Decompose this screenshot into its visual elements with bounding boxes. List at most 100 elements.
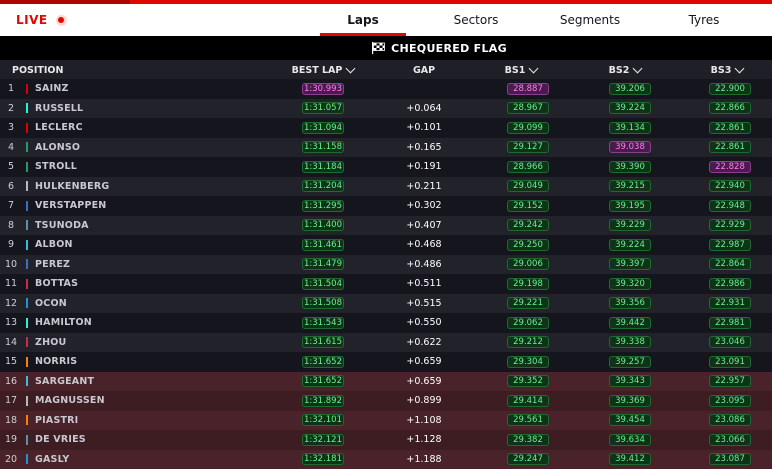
team-color-bar: [26, 200, 28, 211]
driver-position: 20: [4, 453, 18, 465]
table-row[interactable]: 16 SARGEANT 1:31.652 +0.659 29.352 39.343 22.9…: [0, 371, 772, 392]
table-row[interactable]: 20 GASLY 1:32.181 +1.188 29.247 39.412 23.087: [0, 449, 772, 469]
bs2-cell: 39.320: [607, 274, 653, 294]
bs1-cell: 29.352: [505, 372, 551, 392]
bs1-cell: 29.250: [505, 235, 551, 255]
gap-value: +0.486: [406, 258, 442, 270]
table-row[interactable]: 3 LECLERC 1:31.094 +0.101 29.099 39.134 22.861: [0, 118, 772, 138]
table-row[interactable]: 11 BOTTAS 1:31.504 +0.511 29.198 39.320 22.986: [0, 274, 772, 294]
bs3-time: 22.940: [709, 180, 751, 193]
best-lap-cell: 1:31.094: [300, 118, 346, 138]
bs3-cell: 22.948: [707, 196, 753, 216]
column-best-lap-label: BEST LAP: [291, 64, 343, 76]
column-bs2-sort[interactable]: BS2: [600, 60, 650, 80]
bs3-cell: 23.091: [707, 352, 753, 372]
bs3-time: 23.087: [709, 453, 751, 466]
table-row[interactable]: 8 TSUNODA 1:31.400 +0.407 29.242 39.229 22.929: [0, 215, 772, 235]
driver-name: GASLY: [35, 453, 70, 465]
driver-name: TSUNODA: [35, 219, 89, 231]
bs3-cell: 22.987: [707, 235, 753, 255]
table-row[interactable]: 18 PIASTRI 1:32.101 +1.108 29.561 39.454 23.08…: [0, 410, 772, 431]
table-row[interactable]: 1 SAINZ 1:30.993 28.887 39.206 22.900: [0, 79, 772, 99]
best-lap-cell: 1:31.892: [300, 391, 346, 411]
tab-tyres[interactable]: Tyres: [654, 4, 754, 36]
table-row[interactable]: 7 VERSTAPPEN 1:31.295 +0.302 29.152 39.195 22.…: [0, 196, 772, 216]
driver-name: SAINZ: [35, 83, 69, 95]
bs2-cell: 39.195: [607, 196, 653, 216]
driver-position: 9: [7, 239, 15, 251]
bs3-time: 22.861: [709, 121, 751, 134]
table-row[interactable]: 14 ZHOU 1:31.615 +0.622 29.212 39.338 23.046: [0, 332, 772, 353]
table-row[interactable]: 15 NORRIS 1:31.652 +0.659 29.304 39.257 23.091: [0, 352, 772, 372]
driver-position: 14: [4, 336, 18, 348]
bs1-cell: 28.887: [505, 79, 551, 99]
bs2-time: 39.038: [609, 141, 651, 154]
tab-laps[interactable]: Laps: [320, 4, 406, 36]
bs2-cell: 39.397: [607, 255, 653, 275]
gap-value: +0.101: [406, 122, 442, 134]
session-status-bar: CHEQUERED FLAG: [0, 36, 772, 60]
bs3-time: 23.091: [709, 355, 751, 368]
table-row[interactable]: 2 RUSSELL 1:31.057 +0.064 28.967 39.224 22.866: [0, 98, 772, 119]
table-row[interactable]: 5 STROLL 1:31.184 +0.191 28.966 39.390 22.828: [0, 157, 772, 177]
table-row[interactable]: 4 ALONSO 1:31.158 +0.165 29.127 39.038 22.861: [0, 137, 772, 157]
bs3-time: 23.046: [709, 336, 751, 349]
bs2-cell: 39.454: [607, 411, 653, 431]
bs3-cell: 23.066: [707, 430, 753, 450]
best-lap-time: 1:31.652: [302, 375, 344, 388]
bs3-cell: 23.095: [707, 391, 753, 411]
team-color-bar: [26, 259, 28, 269]
bs2-time: 39.215: [609, 180, 651, 193]
driver-position: 2: [7, 102, 15, 114]
bs2-time: 39.369: [609, 394, 651, 407]
column-bs1-sort[interactable]: BS1: [496, 60, 546, 80]
gap-value: +0.064: [406, 102, 442, 114]
tab-segments[interactable]: Segments: [540, 4, 640, 36]
bs2-cell: 39.338: [607, 333, 653, 353]
driver-position: 1: [7, 83, 15, 95]
bs2-cell: 39.134: [607, 118, 653, 138]
tab-sectors[interactable]: Sectors: [426, 4, 526, 36]
table-row[interactable]: 17 MAGNUSSEN 1:31.892 +0.899 29.414 39.369 23.…: [0, 391, 772, 411]
table-row[interactable]: 13 HAMILTON 1:31.543 +0.550 29.062 39.442 22.9…: [0, 313, 772, 333]
best-lap-cell: 1:31.504: [300, 274, 346, 294]
team-color-bar: [26, 142, 28, 152]
table-row[interactable]: 9 ALBON 1:31.461 +0.468 29.250 39.224 22.987: [0, 235, 772, 255]
driver-name: MAGNUSSEN: [35, 395, 105, 407]
column-gap: GAP: [412, 64, 436, 76]
team-color-bar: [26, 220, 28, 230]
column-best-lap-sort[interactable]: BEST LAP: [290, 60, 356, 80]
bs2-time: 39.257: [609, 355, 651, 368]
driver-position: 18: [4, 414, 18, 426]
best-lap-time: 1:31.479: [302, 258, 344, 271]
bs3-cell: 23.046: [707, 333, 753, 353]
bs3-cell: 22.986: [707, 274, 753, 294]
bs1-time: 29.049: [507, 180, 549, 193]
best-lap-cell: 1:31.184: [300, 157, 346, 177]
table-row[interactable]: 12 OCON 1:31.508 +0.515 29.221 39.356 22.931: [0, 293, 772, 313]
bs3-time: 22.957: [709, 375, 751, 388]
table-row[interactable]: 19 DE VRIES 1:32.121 +1.128 29.382 39.634 23.0…: [0, 430, 772, 450]
best-lap-time: 1:31.543: [302, 316, 344, 329]
bs3-cell: 22.866: [707, 99, 753, 119]
header-bar: LIVE Laps Sectors Segments Tyres: [0, 4, 772, 36]
chevron-down-icon: [632, 63, 643, 73]
bs2-time: 39.338: [609, 336, 651, 349]
column-bs3-sort[interactable]: BS3: [702, 60, 752, 80]
driver-name: NORRIS: [35, 356, 78, 368]
team-color-bar: [26, 337, 28, 347]
table-row[interactable]: 10 PEREZ 1:31.479 +0.486 29.006 39.397 22.864: [0, 254, 772, 275]
bs3-time: 22.828: [709, 160, 751, 173]
bs3-time: 22.900: [709, 82, 751, 95]
bs1-cell: 29.212: [505, 333, 551, 353]
bs3-time: 22.861: [709, 141, 751, 154]
bs1-time: 29.099: [507, 121, 549, 134]
best-lap-time: 1:31.057: [302, 102, 344, 115]
table-row[interactable]: 6 HULKENBERG 1:31.204 +0.211 29.049 39.215 22.…: [0, 176, 772, 197]
bs2-time: 39.442: [609, 316, 651, 329]
bs2-cell: 39.412: [607, 450, 653, 469]
bs1-cell: 29.049: [505, 177, 551, 197]
driver-position: 5: [7, 161, 15, 173]
best-lap-time: 1:31.504: [302, 277, 344, 290]
best-lap-cell: 1:31.652: [300, 372, 346, 392]
